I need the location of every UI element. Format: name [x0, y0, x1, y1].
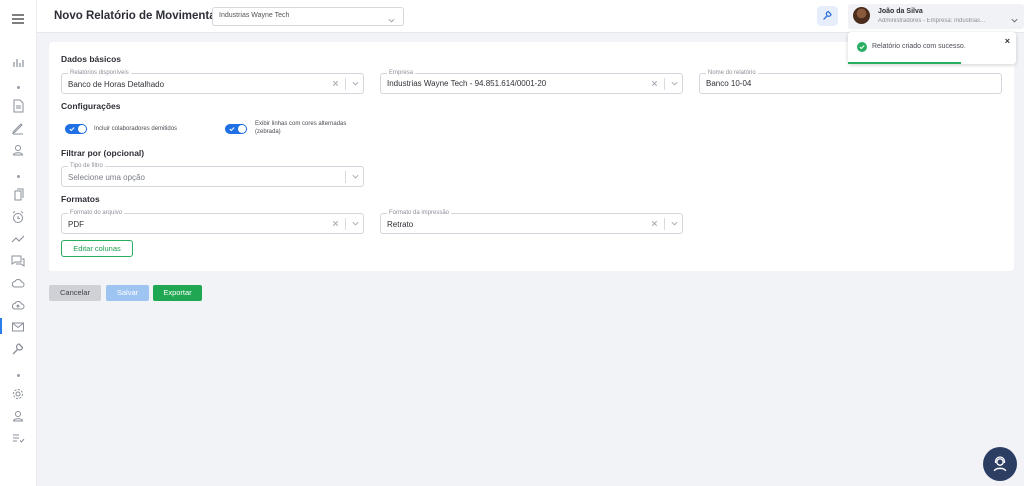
- mail-icon[interactable]: [11, 320, 25, 334]
- document-icon[interactable]: [11, 99, 25, 113]
- zebra-label-line2: (zebrada): [255, 129, 281, 135]
- tools-button[interactable]: [817, 6, 838, 26]
- check-icon: [229, 126, 235, 132]
- clear-icon[interactable]: [331, 79, 340, 88]
- field-separator: [664, 218, 665, 230]
- pen-icon[interactable]: [11, 121, 25, 135]
- report-select-label: Relatórios disponíveis: [68, 69, 131, 77]
- chevron-down-icon[interactable]: [351, 219, 360, 228]
- help-chat-button[interactable]: [983, 447, 1017, 481]
- zebra-label-line1: Exibir linhas com cores alternadas: [255, 121, 347, 127]
- clear-icon[interactable]: [331, 219, 340, 228]
- toast-close-button[interactable]: ×: [1005, 36, 1010, 46]
- alarm-icon[interactable]: [11, 210, 25, 224]
- zebra-label: Exibir linhas com cores alternadas (zebr…: [255, 120, 346, 136]
- checklist-icon[interactable]: [11, 431, 25, 445]
- chevron-down-icon: [1010, 12, 1019, 23]
- include-dismissed-label: Incluir colaboradores demitidos: [94, 126, 178, 132]
- cloud-icon[interactable]: [11, 276, 25, 290]
- wrench-icon: [823, 10, 832, 20]
- top-bar: Novo Relatório de Movimentações Industri…: [37, 0, 1024, 33]
- file-format-value: PDF: [68, 220, 84, 229]
- menu-icon[interactable]: [11, 12, 25, 26]
- field-separator: [664, 78, 665, 90]
- report-name-label: Nome do relatório: [706, 69, 758, 77]
- report-name-field[interactable]: Nome do relatório Banco 10-04: [699, 69, 1002, 94]
- company-select-value: Industrias Wayne Tech: [219, 12, 290, 19]
- person-icon[interactable]: [11, 409, 25, 423]
- report-select-value: Banco de Horas Detalhado: [68, 80, 165, 89]
- sidebar-divider-dot: [17, 175, 20, 178]
- user-role: Administradores - Empresa: Industrias...: [878, 18, 986, 24]
- section-title-config: Configurações: [61, 101, 121, 111]
- chevron-down-icon[interactable]: [670, 79, 679, 88]
- toggle-knob: [78, 125, 86, 133]
- company-select[interactable]: Industrias Wayne Tech: [212, 7, 404, 26]
- print-format-value: Retrato: [387, 220, 414, 229]
- company-field-value: Industrias Wayne Tech - 94.851.614/0001-…: [387, 79, 547, 88]
- field-separator: [345, 218, 346, 230]
- filter-type-select[interactable]: Tipo de filtro Selecione uma opção: [61, 162, 364, 187]
- field-separator: [345, 171, 346, 183]
- support-agent-icon: [993, 456, 1007, 472]
- field-separator: [345, 78, 346, 90]
- check-circle-icon: [857, 42, 867, 52]
- check-icon: [69, 126, 75, 132]
- wrench-icon[interactable]: [11, 342, 25, 356]
- clear-icon[interactable]: [650, 79, 659, 88]
- include-dismissed-toggle[interactable]: [65, 124, 87, 134]
- user-icon[interactable]: [11, 143, 25, 157]
- sidebar-active-indicator: [0, 318, 2, 334]
- zebra-toggle[interactable]: [225, 124, 247, 134]
- sidebar: [0, 0, 37, 486]
- chevron-down-icon[interactable]: [351, 172, 360, 181]
- toast-progress-bar: [848, 62, 961, 64]
- cancel-button[interactable]: Cancelar: [49, 285, 101, 301]
- cloud-upload-icon[interactable]: [11, 298, 25, 312]
- sidebar-divider-dot: [17, 86, 20, 89]
- print-format-select[interactable]: Formato da impressão Retrato: [380, 209, 683, 234]
- copy-icon[interactable]: [11, 188, 25, 202]
- edit-columns-button[interactable]: Editar colunas: [61, 240, 133, 257]
- gear-icon[interactable]: [11, 387, 25, 401]
- file-format-select[interactable]: Formato do arquivo PDF: [61, 209, 364, 234]
- chevron-down-icon[interactable]: [670, 219, 679, 228]
- company-field-label: Empresa: [387, 69, 416, 77]
- avatar: [853, 7, 870, 24]
- chevron-down-icon[interactable]: [351, 79, 360, 88]
- company-field[interactable]: Empresa Industrias Wayne Tech - 94.851.6…: [380, 69, 683, 94]
- report-form-card: Dados básicos Relatórios disponíveis Ban…: [49, 42, 1014, 271]
- save-button[interactable]: Salvar: [106, 285, 149, 301]
- chart-icon[interactable]: [11, 55, 25, 69]
- sidebar-divider-dot: [17, 374, 20, 377]
- toggle-knob: [238, 125, 246, 133]
- section-title-basic: Dados básicos: [61, 54, 121, 64]
- filter-type-placeholder: Selecione uma opção: [68, 173, 145, 182]
- trend-icon[interactable]: [11, 232, 25, 246]
- section-title-filter: Filtrar por (opcional): [61, 148, 145, 158]
- clear-icon[interactable]: [650, 219, 659, 228]
- file-format-label: Formato do arquivo: [68, 209, 125, 217]
- export-button[interactable]: Exportar: [153, 285, 202, 301]
- user-menu[interactable]: João da Silva Administradores - Empresa:…: [848, 4, 1024, 29]
- report-name-value: Banco 10-04: [706, 79, 752, 88]
- print-format-label: Formato da impressão: [387, 209, 452, 217]
- report-select[interactable]: Relatórios disponíveis Banco de Horas De…: [61, 69, 364, 94]
- chat-icon[interactable]: [11, 254, 25, 268]
- filter-type-label: Tipo de filtro: [68, 162, 105, 170]
- user-name: João da Silva: [878, 8, 923, 15]
- success-toast: Relatório criado com sucesso. ×: [848, 32, 1016, 64]
- toast-message: Relatório criado com sucesso.: [872, 43, 966, 50]
- section-title-formats: Formatos: [61, 194, 100, 204]
- chevron-down-icon: [387, 12, 396, 23]
